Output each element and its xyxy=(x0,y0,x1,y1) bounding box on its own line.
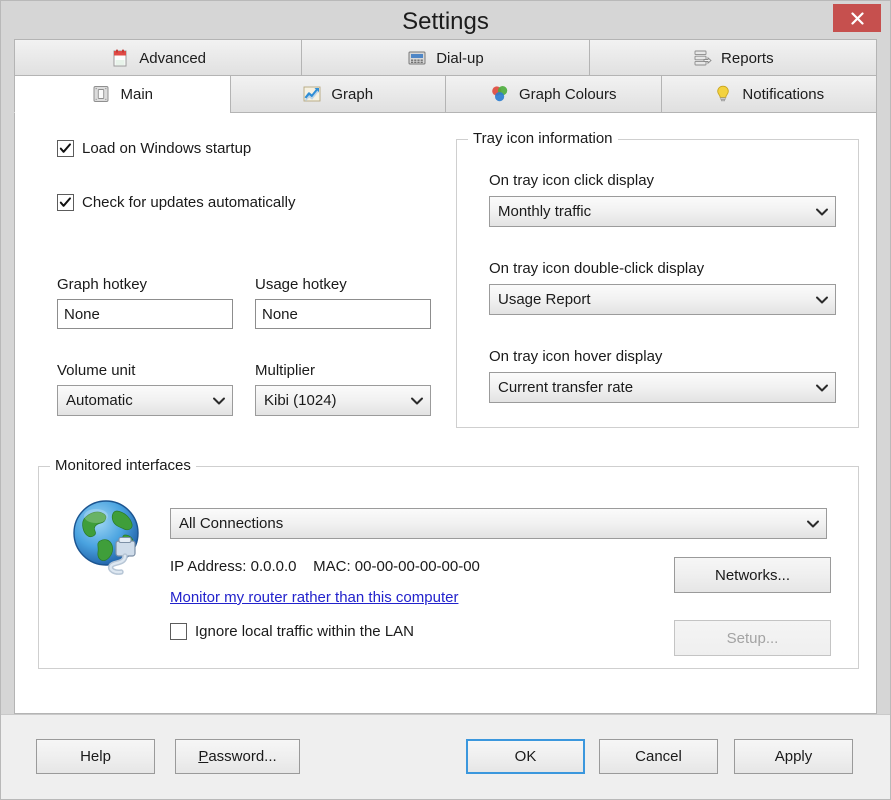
color-circles-icon xyxy=(492,86,508,102)
main-tab-panel: Load on Windows startup Check for update… xyxy=(14,113,877,714)
check-updates-checkbox[interactable]: Check for updates automatically xyxy=(57,194,295,211)
globe-network-icon xyxy=(73,500,139,575)
help-button[interactable]: Help xyxy=(36,739,155,774)
graph-hotkey-label: Graph hotkey xyxy=(57,276,148,293)
tab-advanced[interactable]: Advanced xyxy=(14,39,302,77)
password-button[interactable]: Password... xyxy=(175,739,300,774)
checkbox-box xyxy=(57,140,74,157)
tab-graph-colours-label: Graph Colours xyxy=(518,85,617,103)
multiplier-label: Multiplier xyxy=(255,362,316,379)
connection-select[interactable]: All Connections xyxy=(170,508,827,539)
tray-icon-group: Tray icon information On tray icon click… xyxy=(456,130,859,428)
apply-button[interactable]: Apply xyxy=(734,739,853,774)
tab-graph-colours[interactable]: Graph Colours xyxy=(445,75,661,113)
tab-notifications-label: Notifications xyxy=(742,85,825,103)
ignore-lan-label: Ignore local traffic within the LAN xyxy=(195,623,415,640)
tab-main[interactable]: Main xyxy=(14,75,230,113)
tray-click-label: On tray icon click display xyxy=(489,172,655,189)
tab-advanced-label: Advanced xyxy=(139,49,207,67)
usage-hotkey-input[interactable] xyxy=(255,299,431,329)
multiplier-select[interactable]: Kibi (1024) xyxy=(255,385,431,416)
chevron-down-icon xyxy=(411,397,423,404)
password-button-label: assword... xyxy=(208,748,277,765)
tab-graph[interactable]: Graph xyxy=(229,75,445,113)
ignore-lan-checkbox[interactable]: Ignore local traffic within the LAN xyxy=(170,623,414,640)
tab-dial-up[interactable]: Dial-up xyxy=(301,39,589,77)
chevron-down-icon xyxy=(816,208,828,215)
tab-reports[interactable]: Reports xyxy=(588,39,877,77)
checkbox-box xyxy=(170,623,187,640)
settings-dialog: Settings Advanced Dial-up Reports Main G… xyxy=(0,0,891,800)
monitored-interfaces-group-title: Monitored interfaces xyxy=(50,457,196,474)
tray-icon-group-title: Tray icon information xyxy=(468,130,618,147)
chevron-down-icon xyxy=(807,520,819,527)
switch-icon xyxy=(93,86,109,102)
tab-main-label: Main xyxy=(120,85,153,103)
tab-notifications[interactable]: Notifications xyxy=(660,75,877,113)
tray-click-value: Monthly traffic xyxy=(498,203,592,220)
tab-dial-up-label: Dial-up xyxy=(436,49,484,67)
tab-row-top: Advanced Dial-up Reports xyxy=(14,39,877,77)
tray-click-select[interactable]: Monthly traffic xyxy=(489,196,836,227)
tray-double-click-value: Usage Report xyxy=(498,291,591,308)
tray-double-click-label: On tray icon double-click display xyxy=(489,260,705,277)
monitor-router-link[interactable]: Monitor my router rather than this compu… xyxy=(170,589,458,606)
monitored-interfaces-group: Monitored interfaces All Connections IP … xyxy=(38,457,859,669)
check-icon xyxy=(59,197,71,207)
clipboard-icon xyxy=(113,49,127,67)
volume-unit-value: Automatic xyxy=(66,392,133,409)
line-chart-icon xyxy=(303,86,321,102)
multiplier-value: Kibi (1024) xyxy=(264,392,337,409)
tab-strip: Advanced Dial-up Reports Main Graph Grap… xyxy=(14,39,877,115)
load-on-startup-checkbox[interactable]: Load on Windows startup xyxy=(57,140,251,157)
ok-button[interactable]: OK xyxy=(466,739,585,774)
ip-mac-info: IP Address: 0.0.0.0 MAC: 00-00-00-00-00-… xyxy=(170,558,480,575)
check-icon xyxy=(59,143,71,153)
modem-icon xyxy=(408,51,426,65)
connection-value: All Connections xyxy=(179,515,284,532)
check-updates-label: Check for updates automatically xyxy=(82,194,296,211)
tray-double-click-select[interactable]: Usage Report xyxy=(489,284,836,315)
checkbox-box xyxy=(57,194,74,211)
chevron-down-icon xyxy=(816,296,828,303)
setup-button[interactable]: Setup... xyxy=(674,620,831,656)
tab-graph-label: Graph xyxy=(331,85,374,103)
volume-unit-select[interactable]: Automatic xyxy=(57,385,233,416)
page-title: Settings xyxy=(402,8,489,35)
tray-hover-label: On tray icon hover display xyxy=(489,348,663,365)
dialog-button-bar: Help Password... OK Cancel Apply xyxy=(1,714,890,799)
cancel-button[interactable]: Cancel xyxy=(599,739,718,774)
reports-icon xyxy=(694,50,712,66)
tab-row-bottom: Main Graph Graph Colours Notifications xyxy=(14,75,877,113)
load-on-startup-label: Load on Windows startup xyxy=(82,140,252,157)
chevron-down-icon xyxy=(816,384,828,391)
tray-hover-value: Current transfer rate xyxy=(498,379,634,396)
volume-unit-label: Volume unit xyxy=(57,362,136,379)
chevron-down-icon xyxy=(213,397,225,404)
close-icon[interactable] xyxy=(833,4,881,32)
graph-hotkey-input[interactable] xyxy=(57,299,233,329)
password-accel-letter: P xyxy=(198,748,209,765)
networks-button[interactable]: Networks... xyxy=(674,557,831,593)
tab-reports-label: Reports xyxy=(721,49,774,67)
title-bar: Settings xyxy=(1,1,890,39)
usage-hotkey-label: Usage hotkey xyxy=(255,276,347,293)
close-glyph xyxy=(850,11,864,25)
tray-hover-select[interactable]: Current transfer rate xyxy=(489,372,836,403)
lightbulb-icon xyxy=(717,85,730,102)
